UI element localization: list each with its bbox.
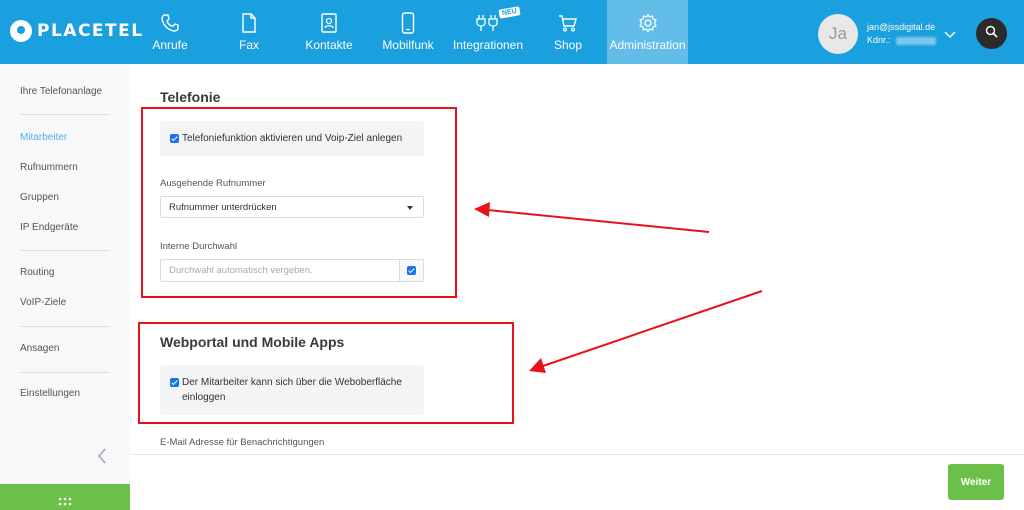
sidebar-item-gruppen[interactable]: Gruppen — [20, 192, 59, 203]
sidebar-item-ansagen[interactable]: Ansagen — [20, 343, 59, 354]
grid-dots-icon — [58, 494, 72, 510]
nav-integrationen[interactable]: Integrationen NEU — [450, 0, 526, 64]
contact-card-icon — [320, 12, 338, 34]
nav-label: Administration — [609, 38, 686, 52]
brand-name: PLACETEL — [37, 21, 144, 41]
divider — [20, 114, 110, 115]
nav-administration[interactable]: Administration — [607, 0, 688, 64]
mobile-phone-icon — [401, 12, 415, 34]
nav-anrufe[interactable]: Anrufe — [148, 0, 192, 64]
avatar: Ja — [818, 14, 858, 54]
logo-icon — [10, 20, 32, 42]
sidebar-item-mitarbeiter[interactable]: Mitarbeiter — [20, 132, 67, 143]
annotation-highlight-webportal — [138, 322, 514, 424]
user-email: jan@jssdigital.de — [867, 22, 936, 32]
sidebar-item-ip-endgeraete[interactable]: IP Endgeräte — [20, 222, 78, 233]
collapse-sidebar-icon[interactable] — [97, 448, 107, 469]
sidebar-item-voip-ziele[interactable]: VoIP-Ziele — [20, 297, 66, 308]
user-info: jan@jssdigital.de Kdnr.: — [867, 21, 936, 47]
placetel-logo[interactable]: PLACETEL — [10, 20, 144, 42]
nav-kontakte[interactable]: Kontakte — [301, 0, 357, 64]
sidebar-item-rufnummern[interactable]: Rufnummern — [20, 162, 78, 173]
divider — [20, 326, 110, 327]
chevron-down-icon[interactable] — [944, 26, 956, 44]
divider — [20, 372, 110, 373]
nav-label: Fax — [238, 38, 259, 52]
user-menu[interactable]: Ja jan@jssdigital.de Kdnr.: — [818, 14, 936, 54]
cart-icon — [558, 12, 578, 34]
nav-label: Integrationen — [452, 38, 524, 52]
search-icon — [985, 25, 998, 43]
footer-bar — [130, 454, 1024, 510]
annotation-highlight-telefonie — [141, 107, 457, 298]
top-navigation-bar: PLACETEL Anrufe Fax Kontakte Mobilfunk I… — [0, 0, 1024, 64]
section-title-telefonie: Telefonie — [160, 89, 221, 105]
sidebar-item-telefonanlage[interactable]: Ihre Telefonanlage — [20, 86, 102, 97]
nav-label: Anrufe — [152, 38, 188, 52]
next-button[interactable]: Weiter — [948, 464, 1004, 500]
search-button[interactable] — [976, 18, 1007, 49]
nav-label: Shop — [553, 38, 583, 52]
nav-label: Mobilfunk — [382, 38, 434, 52]
plug-icon — [475, 12, 501, 34]
phone-icon — [160, 12, 180, 34]
nav-mobilfunk[interactable]: Mobilfunk — [380, 0, 436, 64]
document-icon — [241, 12, 257, 34]
nav-label: Kontakte — [305, 38, 353, 52]
nav-fax[interactable]: Fax — [229, 0, 269, 64]
gear-icon — [638, 12, 658, 34]
customer-number: Kdnr.: — [867, 34, 936, 47]
customer-number-label: Kdnr.: — [867, 35, 891, 45]
sidebar: Ihre Telefonanlage Mitarbeiter Rufnummer… — [0, 64, 130, 510]
redacted-customer-number — [895, 36, 936, 45]
notification-email-label: E-Mail Adresse für Benachrichtigungen — [160, 437, 325, 448]
sidebar-item-einstellungen[interactable]: Einstellungen — [20, 388, 80, 399]
new-badge: NEU — [498, 6, 521, 19]
apps-launcher-bar[interactable] — [0, 484, 130, 510]
divider — [20, 250, 110, 251]
sidebar-item-routing[interactable]: Routing — [20, 267, 54, 278]
nav-shop[interactable]: Shop — [551, 0, 585, 64]
